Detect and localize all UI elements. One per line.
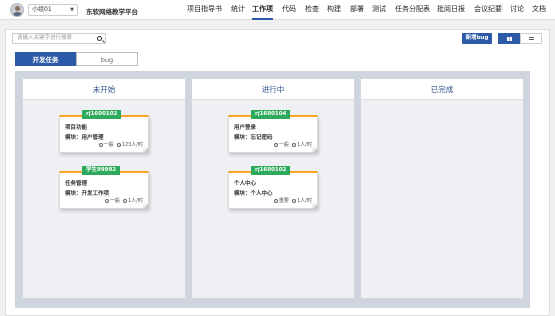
- task-card[interactable]: rj1600102 项目功能 模块：用户管理 一般 123人/时: [59, 110, 149, 153]
- top-bar: 小组01 ▼ 东软网络教学平台 项目指导书 统计 工作项 代码 检查 构建 部署…: [0, 0, 555, 20]
- task-title: 任务管理: [65, 181, 88, 187]
- grid-view-button[interactable]: [498, 33, 520, 44]
- search-placeholder: 请输入关键字进行搜索: [17, 35, 73, 41]
- grid-icon: [507, 37, 512, 41]
- search-icon[interactable]: [97, 36, 102, 41]
- nav-item-assignment[interactable]: 任务分配表: [395, 0, 430, 20]
- column-title: 已完成: [361, 79, 523, 100]
- tab-bug[interactable]: bug: [76, 52, 138, 66]
- clock-icon: [123, 198, 128, 203]
- tab-dev-tasks[interactable]: 开发任务: [15, 52, 76, 66]
- task-meta: 一般 123人/时: [98, 141, 143, 148]
- task-effort: 1人/时: [128, 198, 143, 204]
- task-meta: 重要 1人/时: [273, 197, 312, 204]
- nav-item-stats[interactable]: 统计: [231, 0, 245, 20]
- student-id-tag: rj1600102: [82, 110, 122, 119]
- student-id-tag: 学生99992: [82, 166, 121, 175]
- user-select-value: 小组01: [32, 6, 52, 13]
- platform-title: 东软网络教学平台: [86, 8, 138, 16]
- task-effort: 123人/时: [121, 142, 143, 148]
- task-module: 模块：开发工作项: [65, 191, 110, 197]
- task-title: 项目功能: [65, 125, 88, 131]
- task-effort: 1人/时: [297, 142, 312, 148]
- student-id-tag: rj1600104: [251, 110, 291, 119]
- task-card[interactable]: 学生99992 任务管理 模块：开发工作项 一般 1人/时: [59, 166, 149, 209]
- task-title: 个人中心: [234, 181, 257, 187]
- task-card[interactable]: rj1600102 个人中心 模块：个人中心 重要 1人/时: [228, 166, 318, 209]
- nav-item-guide[interactable]: 项目指导书: [187, 0, 222, 20]
- priority-icon: [273, 198, 278, 203]
- clock-icon: [292, 142, 297, 147]
- nav-item-minutes[interactable]: 会议纪要: [474, 0, 502, 20]
- column-title: 未开始: [23, 79, 185, 100]
- list-view-button[interactable]: [520, 33, 542, 44]
- column-title: 进行中: [192, 79, 354, 100]
- task-module: 模块：忘记密码: [234, 135, 273, 141]
- nav-item-code[interactable]: 代码: [282, 0, 296, 20]
- list-icon: [529, 37, 534, 41]
- priority-icon: [104, 198, 109, 203]
- priority-icon: [273, 142, 278, 147]
- student-id-tag: rj1600102: [251, 166, 291, 175]
- user-select[interactable]: 小组01 ▼: [28, 4, 78, 16]
- task-priority: 重要: [278, 198, 289, 204]
- search-input[interactable]: 请输入关键字进行搜索: [12, 33, 106, 44]
- task-priority: 一般: [278, 142, 289, 148]
- new-bug-button[interactable]: 新增bug: [462, 33, 492, 44]
- column-done: 已完成: [360, 78, 524, 299]
- task-card[interactable]: rj1600104 用户登录 模块：忘记密码 一般 1人/时: [228, 110, 318, 153]
- nav-item-workitems[interactable]: 工作项: [252, 0, 273, 20]
- nav-item-docs[interactable]: 文档: [532, 0, 546, 20]
- nav-item-daily-review[interactable]: 批阅日报: [437, 0, 465, 20]
- task-effort: 1人/时: [297, 198, 312, 204]
- task-module: 模块：用户管理: [65, 135, 104, 141]
- nav-item-deploy[interactable]: 部署: [350, 0, 364, 20]
- task-meta: 一般 1人/时: [273, 141, 312, 148]
- priority-icon: [98, 142, 103, 147]
- task-module: 模块：个人中心: [234, 191, 273, 197]
- nav-item-check[interactable]: 检查: [305, 0, 319, 20]
- task-priority: 一般: [103, 142, 114, 148]
- clock-icon: [116, 142, 121, 147]
- nav-item-test[interactable]: 测试: [372, 0, 386, 20]
- clock-icon: [292, 198, 297, 203]
- task-priority: 一般: [109, 198, 120, 204]
- nav-item-discussion[interactable]: 讨论: [510, 0, 524, 20]
- task-meta: 一般 1人/时: [104, 197, 143, 204]
- avatar[interactable]: [10, 3, 24, 17]
- task-title: 用户登录: [234, 125, 257, 131]
- chevron-down-icon: ▼: [70, 7, 74, 13]
- nav-item-build[interactable]: 构建: [327, 0, 341, 20]
